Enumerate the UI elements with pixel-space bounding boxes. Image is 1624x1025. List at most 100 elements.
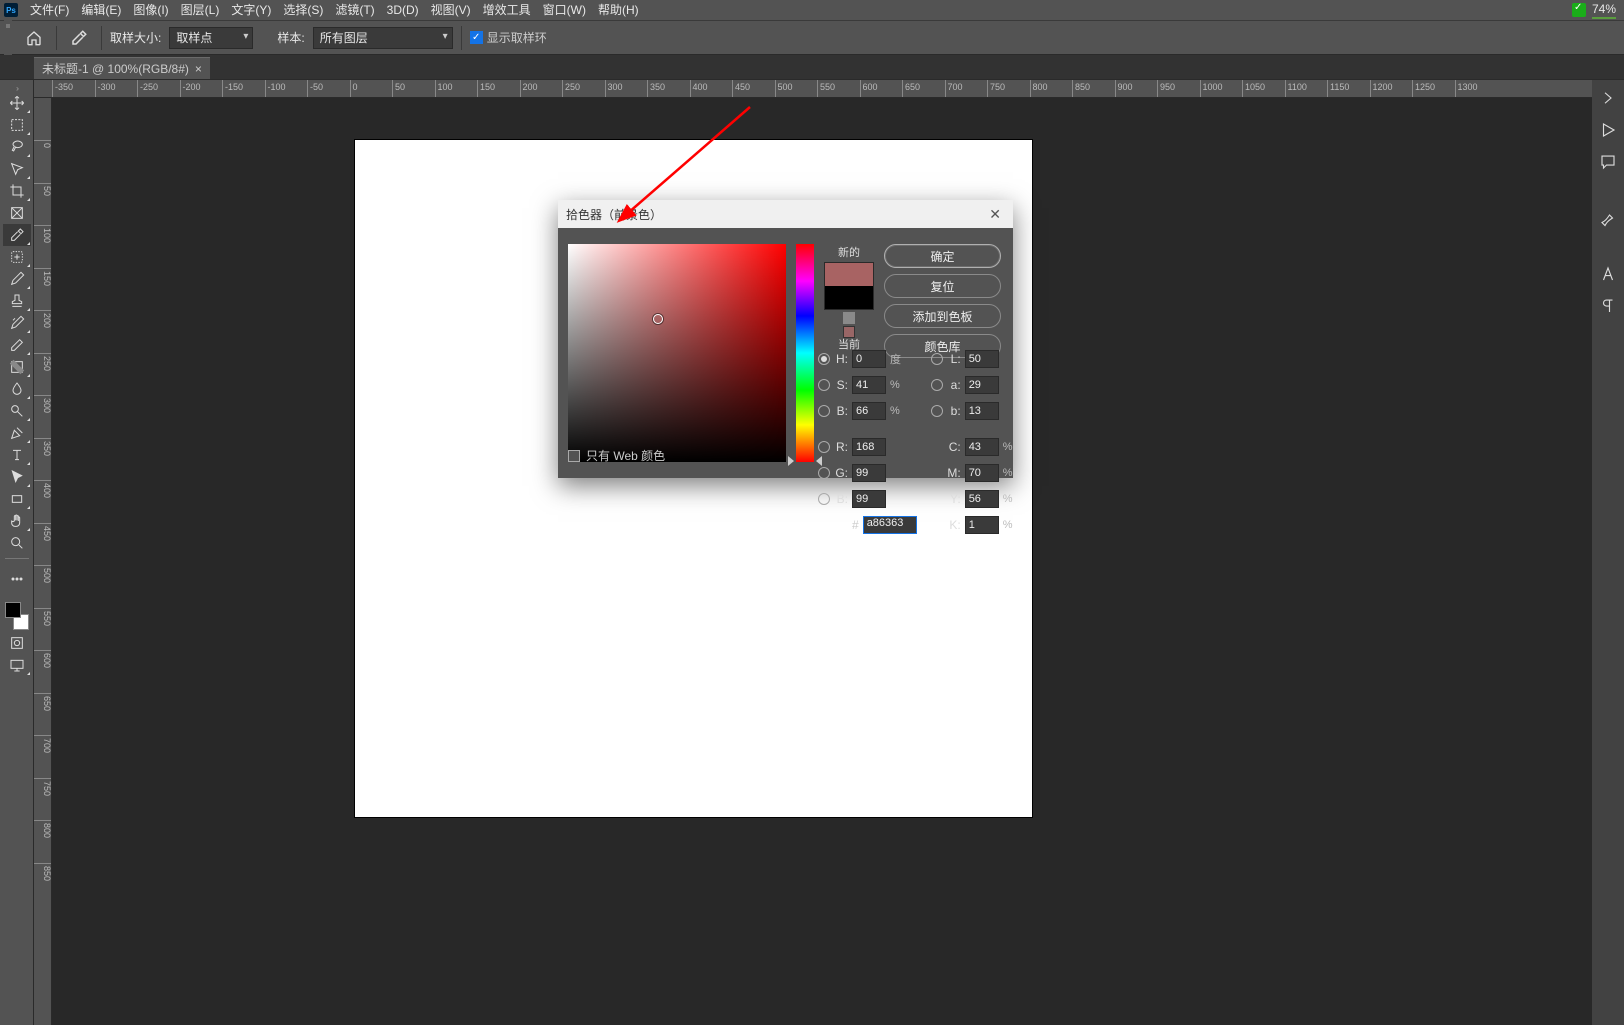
menu-view[interactable]: 视图(V) — [425, 0, 477, 20]
menu-image[interactable]: 图像(I) — [127, 0, 174, 20]
stamp-tool[interactable] — [3, 290, 31, 312]
brush-tool[interactable] — [3, 268, 31, 290]
separator — [56, 26, 57, 50]
brush-panel-icon[interactable] — [1598, 208, 1618, 228]
pen-tool[interactable] — [3, 422, 31, 444]
blur-tool[interactable] — [3, 378, 31, 400]
close-tab-icon[interactable]: × — [195, 62, 202, 76]
foreground-color-swatch[interactable] — [5, 602, 21, 618]
quick-mask-tool[interactable] — [3, 632, 31, 654]
g-radio[interactable] — [818, 467, 830, 479]
hex-input[interactable]: a86363 — [863, 516, 917, 534]
bv-input[interactable]: 66 — [852, 402, 886, 420]
home-button[interactable] — [20, 26, 48, 50]
r-input[interactable]: 168 — [852, 438, 886, 456]
rectangle-tool[interactable] — [3, 488, 31, 510]
frame-tool[interactable] — [3, 202, 31, 224]
add-swatch-button[interactable]: 添加到色板 — [884, 304, 1001, 328]
path-select-tool[interactable] — [3, 466, 31, 488]
m-input[interactable]: 70 — [965, 464, 999, 482]
comment-icon[interactable] — [1598, 152, 1618, 172]
lab-b-radio[interactable] — [931, 405, 943, 417]
l-label: L: — [947, 352, 961, 366]
bv-radio[interactable] — [818, 405, 830, 417]
menu-3d[interactable]: 3D(D) — [381, 0, 425, 20]
edit-toolbar[interactable] — [3, 568, 31, 590]
history-brush-tool[interactable] — [3, 312, 31, 334]
document-tab[interactable]: 未标题-1 @ 100%(RGB/8#) × — [34, 57, 210, 79]
menu-window[interactable]: 窗口(W) — [537, 0, 592, 20]
color-swatch — [824, 262, 874, 310]
bv-label: B: — [834, 404, 848, 418]
eyedropper-tool[interactable] — [3, 224, 31, 246]
crop-tool[interactable] — [3, 180, 31, 202]
show-ring-checkbox[interactable]: ✓ — [470, 31, 483, 44]
menu-filter[interactable]: 滤镜(T) — [329, 0, 380, 20]
reset-button[interactable]: 复位 — [884, 274, 1001, 298]
s-radio[interactable] — [818, 379, 830, 391]
s-label: S: — [834, 378, 848, 392]
lab-b-input[interactable]: 13 — [965, 402, 999, 420]
g-label: G: — [834, 466, 848, 480]
dodge-tool[interactable] — [3, 400, 31, 422]
paragraph-panel-icon[interactable] — [1598, 296, 1618, 316]
close-icon[interactable]: ✕ — [985, 206, 1005, 223]
eyedropper-tool-icon[interactable] — [65, 26, 93, 50]
menu-type[interactable]: 文字(Y) — [225, 0, 277, 20]
m-unit: % — [1003, 467, 1017, 479]
b-radio[interactable] — [818, 493, 830, 505]
ok-button[interactable]: 确定 — [884, 244, 1001, 268]
sample-size-dropdown[interactable]: 取样点 — [169, 27, 253, 49]
r-label: R: — [834, 440, 848, 454]
g-input[interactable]: 99 — [852, 464, 886, 482]
s-unit: % — [890, 379, 904, 391]
play-icon[interactable] — [1598, 120, 1618, 140]
hand-tool[interactable] — [3, 510, 31, 532]
menu-file[interactable]: 文件(F) — [24, 0, 75, 20]
healing-tool[interactable] — [3, 246, 31, 268]
c-unit: % — [1003, 441, 1017, 453]
current-color-swatch[interactable] — [825, 286, 873, 309]
collapse-icon[interactable] — [0, 84, 34, 92]
s-input[interactable]: 41 — [852, 376, 886, 394]
eraser-tool[interactable] — [3, 334, 31, 356]
zoom-tool[interactable] — [3, 532, 31, 554]
web-only-checkbox[interactable] — [568, 450, 580, 462]
l-input[interactable]: 50 — [965, 350, 999, 368]
hue-slider[interactable] — [796, 244, 814, 462]
menu-layer[interactable]: 图层(L) — [175, 0, 226, 20]
m-label: M: — [947, 466, 961, 480]
menu-edit[interactable]: 编辑(E) — [75, 0, 127, 20]
menu-help[interactable]: 帮助(H) — [592, 0, 645, 20]
h-unit: 度 — [890, 351, 904, 367]
y-input[interactable]: 56 — [965, 490, 999, 508]
y-label: Y: — [947, 492, 961, 506]
menu-select[interactable]: 选择(S) — [277, 0, 329, 20]
k-unit: % — [1003, 519, 1017, 531]
saturation-value-picker[interactable] — [568, 244, 786, 462]
a-input[interactable]: 29 — [965, 376, 999, 394]
k-input[interactable]: 1 — [965, 516, 999, 534]
sample-dropdown[interactable]: 所有图层 — [313, 27, 453, 49]
c-input[interactable]: 43 — [965, 438, 999, 456]
h-input[interactable]: 0 — [852, 350, 886, 368]
quick-select-tool[interactable] — [3, 158, 31, 180]
expand-panels-icon[interactable] — [1598, 88, 1618, 108]
marquee-tool[interactable] — [3, 114, 31, 136]
menu-plugins[interactable]: 增效工具 — [477, 0, 537, 20]
foreground-background-colors[interactable] — [3, 600, 31, 632]
screen-mode-tool[interactable] — [3, 654, 31, 676]
gradient-tool[interactable] — [3, 356, 31, 378]
gamut-warning-icon[interactable] — [843, 312, 855, 324]
r-radio[interactable] — [818, 441, 830, 453]
l-radio[interactable] — [931, 353, 943, 365]
h-radio[interactable] — [818, 353, 830, 365]
character-panel-icon[interactable] — [1598, 264, 1618, 284]
lasso-tool[interactable] — [3, 136, 31, 158]
dialog-titlebar[interactable]: 拾色器（前景色） ✕ — [558, 200, 1013, 228]
move-tool[interactable] — [3, 92, 31, 114]
grip-icon — [4, 20, 12, 55]
type-tool[interactable] — [3, 444, 31, 466]
b-input[interactable]: 99 — [852, 490, 886, 508]
a-radio[interactable] — [931, 379, 943, 391]
